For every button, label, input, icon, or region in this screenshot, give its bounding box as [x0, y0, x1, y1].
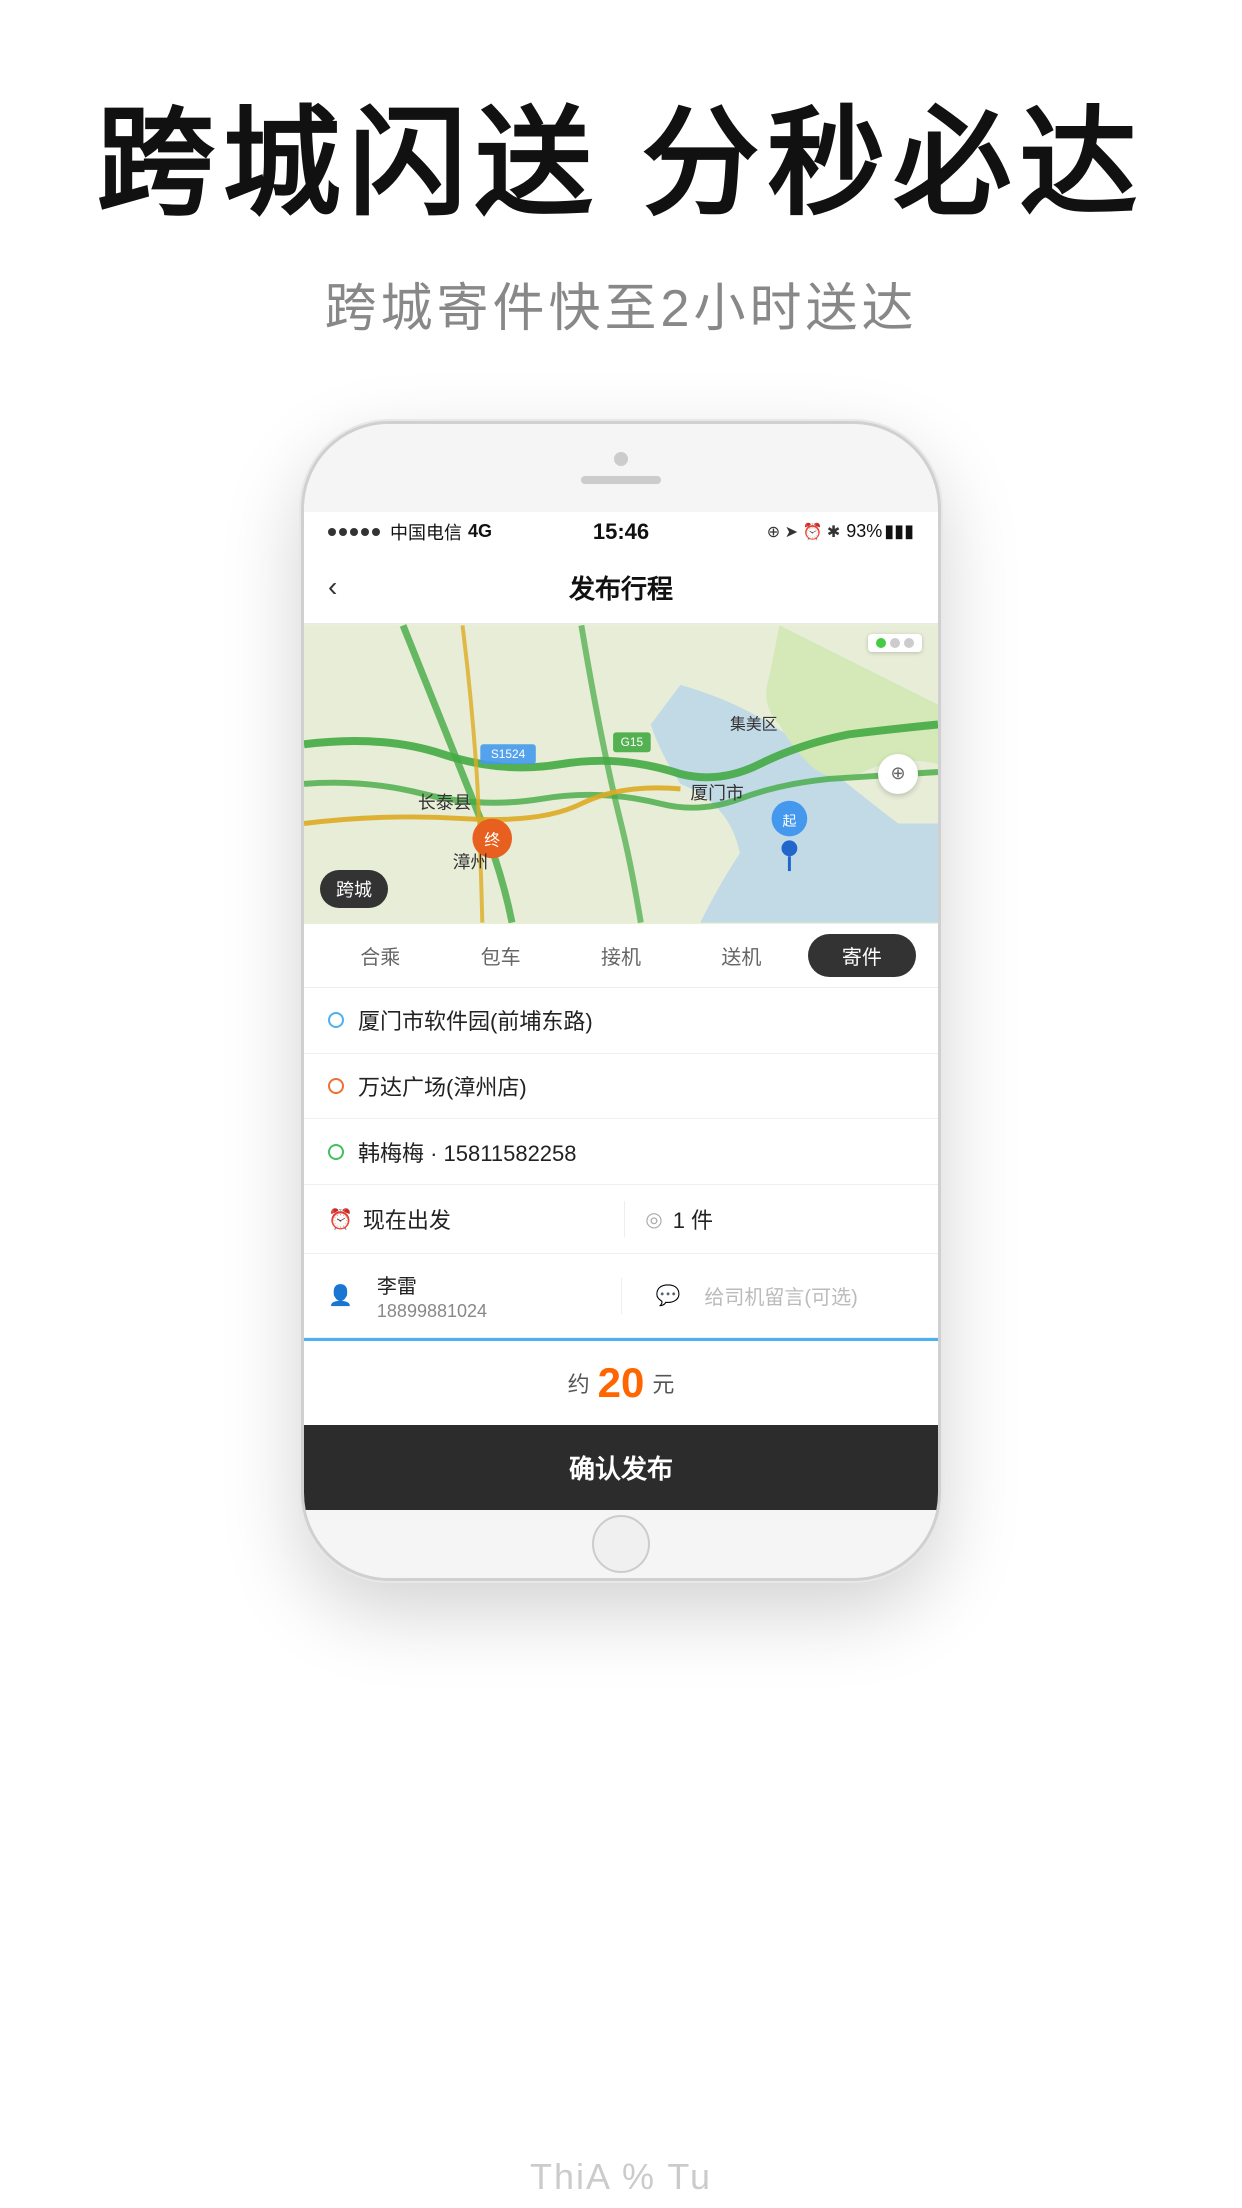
phone-bottom-bezel: [304, 1510, 938, 1578]
home-button[interactable]: [592, 1515, 650, 1573]
camera-dot: [614, 452, 628, 466]
hero-subtitle: 跨城寄件快至2小时送达: [325, 266, 918, 341]
tab-dropoff[interactable]: 送机: [681, 924, 801, 987]
traffic-gray: [890, 638, 900, 648]
sender-name: 李雷: [377, 1270, 587, 1299]
row-divider: [624, 1201, 625, 1237]
status-left: 中国电信 4G: [328, 519, 492, 545]
nav-title: 发布行程: [569, 569, 673, 606]
sender-info: 李雷 18899881024: [377, 1270, 587, 1322]
network-label: 4G: [468, 521, 492, 542]
signal-dot-1: [328, 528, 336, 536]
watermark-text: ThiA % Tu: [530, 2156, 712, 2198]
contact-dot: [328, 1144, 344, 1160]
pickup-text: 厦门市软件园(前埔东路): [358, 1004, 914, 1036]
map-svg: S1524 G15 长泰县 集美区 厦门市 终 漳州 起: [304, 624, 938, 924]
signal-dot-3: [350, 528, 358, 536]
price-area: 约 20 元: [304, 1338, 938, 1425]
tab-delivery[interactable]: 寄件: [802, 924, 922, 987]
confirm-button[interactable]: 确认发布: [304, 1425, 938, 1510]
map-area: S1524 G15 长泰县 集美区 厦门市 终 漳州 起: [304, 624, 938, 924]
sender-row: 👤 李雷 18899881024 💬 给司机留言(可选): [304, 1254, 938, 1338]
phone-outer: 中国电信 4G 15:46 ⊕ ➤ ⏰ ✱ 93% ▮▮▮ ‹: [301, 421, 941, 1581]
price-unit: 元: [652, 1367, 674, 1399]
phone-screen: 中国电信 4G 15:46 ⊕ ➤ ⏰ ✱ 93% ▮▮▮ ‹: [304, 512, 938, 1510]
traffic-indicator: [868, 634, 922, 652]
phone-top-bezel: [304, 424, 938, 512]
phone-mockup: 中国电信 4G 15:46 ⊕ ➤ ⏰ ✱ 93% ▮▮▮ ‹: [291, 421, 951, 1581]
count-label[interactable]: 1 件: [673, 1203, 914, 1235]
hero-title: 跨城闪送 分秒必达: [97, 100, 1146, 230]
page-container: 跨城闪送 分秒必达 跨城寄件快至2小时送达: [0, 0, 1242, 2208]
pickup-dot: [328, 1012, 344, 1028]
tabs-bar: 合乘 包车 接机 送机 寄件: [304, 924, 938, 988]
time-label: 15:46: [593, 519, 649, 545]
depart-row: ⏰ 现在出发 ◎ 1 件: [304, 1185, 938, 1254]
traffic-green: [876, 638, 886, 648]
clock-icon: ⏰: [328, 1207, 353, 1232]
svg-text:S1524: S1524: [491, 747, 526, 761]
svg-text:G15: G15: [621, 735, 644, 749]
svg-text:终: 终: [484, 831, 500, 849]
signal-dot-2: [339, 528, 347, 536]
tab-pickup[interactable]: 接机: [561, 924, 681, 987]
message-icon: 💬: [656, 1283, 681, 1308]
sender-phone: 18899881024: [377, 1301, 587, 1322]
dropoff-row[interactable]: 万达广场(漳州店): [304, 1054, 938, 1120]
watermark-area: ThiA % Tu: [0, 1581, 1242, 2208]
contact-row[interactable]: 韩梅梅 · 15811582258: [304, 1119, 938, 1185]
status-icons: ⊕ ➤ ⏰ ✱: [767, 522, 840, 542]
traffic-red: [904, 638, 914, 648]
back-button[interactable]: ‹: [328, 571, 337, 603]
price-prefix: 约: [568, 1367, 590, 1399]
hero-section: 跨城闪送 分秒必达 跨城寄件快至2小时送达: [0, 0, 1242, 341]
svg-text:集美区: 集美区: [730, 715, 778, 733]
svg-text:起: 起: [782, 812, 796, 828]
signal-dot-4: [361, 528, 369, 536]
cross-city-badge: 跨城: [320, 870, 388, 908]
tab-charter[interactable]: 包车: [440, 924, 560, 987]
depart-split: ⏰ 现在出发 ◎ 1 件: [328, 1201, 914, 1237]
crosshair-button[interactable]: ⊕: [878, 754, 918, 794]
carrier-label: 中国电信: [390, 519, 462, 545]
sender-divider: [621, 1278, 622, 1314]
svg-text:厦门市: 厦门市: [690, 783, 744, 803]
signal-dots: [328, 528, 380, 536]
svg-text:长泰县: 长泰县: [418, 792, 472, 812]
speaker-bar: [581, 476, 661, 484]
status-bar: 中国电信 4G 15:46 ⊕ ➤ ⏰ ✱ 93% ▮▮▮: [304, 512, 938, 552]
price-value: 20: [598, 1359, 645, 1407]
battery-label: 93% ▮▮▮: [846, 521, 914, 542]
status-right: ⊕ ➤ ⏰ ✱ 93% ▮▮▮: [767, 521, 914, 542]
pickup-row[interactable]: 厦门市软件园(前埔东路): [304, 988, 938, 1054]
tab-carpooling[interactable]: 合乘: [320, 924, 440, 987]
svg-text:漳州: 漳州: [453, 852, 489, 872]
nav-bar: ‹ 发布行程: [304, 552, 938, 624]
dropoff-text: 万达广场(漳州店): [358, 1070, 914, 1102]
message-placeholder[interactable]: 给司机留言(可选): [704, 1281, 914, 1310]
signal-dot-5: [372, 528, 380, 536]
box-icon: ◎: [645, 1207, 662, 1232]
form-area: 厦门市软件园(前埔东路) 万达广场(漳州店) 韩梅梅 · 15811582258: [304, 988, 938, 1338]
depart-label[interactable]: 现在出发: [363, 1203, 604, 1235]
person-icon: 👤: [328, 1283, 353, 1308]
dropoff-dot: [328, 1078, 344, 1094]
contact-text: 韩梅梅 · 15811582258: [358, 1136, 914, 1168]
